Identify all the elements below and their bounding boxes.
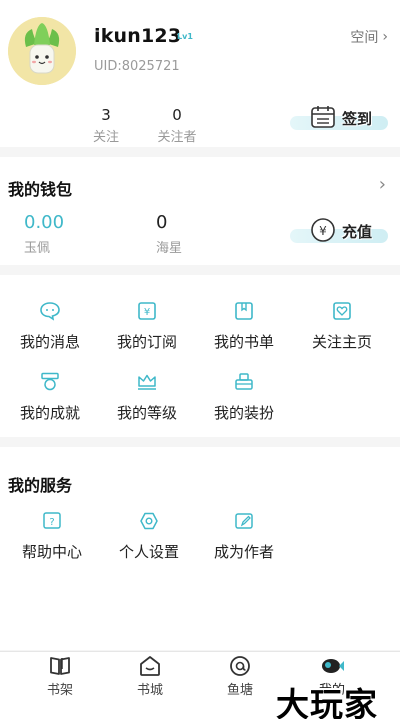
menu-item-messages[interactable]: 我的消息 [0, 301, 100, 352]
svg-text:¥: ¥ [144, 307, 150, 318]
service-item-help[interactable]: ? 帮助中心 [2, 511, 102, 562]
following-stat[interactable]: 3 关注 [76, 106, 136, 145]
coin-icon: ¥ [311, 218, 335, 242]
chevron-right-icon: › [382, 29, 388, 45]
recharge-label: 充值 [342, 223, 373, 241]
menu-item-booklist[interactable]: 我的书单 [194, 301, 294, 352]
menu-item-subscriptions[interactable]: ¥ 我的订阅 [97, 301, 197, 352]
level-badge: Lv1 [177, 32, 193, 41]
watermark: 大玩家 [276, 685, 378, 719]
jade-balance[interactable]: 0.00 玉佩 [24, 212, 64, 256]
menu-item-label: 我的装扮 [213, 404, 274, 422]
service-item-settings[interactable]: 个人设置 [99, 511, 199, 562]
menu-item-label: 关注主页 [311, 333, 372, 351]
home-icon [140, 656, 160, 676]
space-link[interactable]: 空间 › [350, 27, 388, 47]
menu-item-outfit[interactable]: 我的装扮 [194, 372, 294, 423]
services-title: 我的服务 [8, 476, 73, 495]
subscription-icon: ¥ [138, 302, 156, 320]
bookshelf-icon [50, 657, 70, 675]
followers-count: 0 [172, 106, 182, 124]
wallet-title: 我的钱包 [8, 180, 73, 199]
menu-item-label: 我的订阅 [116, 333, 177, 351]
space-label: 空间 [350, 30, 379, 46]
menu-item-follow-home[interactable]: 关注主页 [292, 301, 392, 352]
menu-item-level[interactable]: 我的等级 [97, 372, 197, 423]
crown-icon [138, 374, 156, 390]
medal-icon [41, 372, 59, 391]
menu-item-label: 我的书单 [213, 333, 274, 351]
heart-icon [333, 302, 351, 320]
at-icon [230, 656, 250, 676]
menu-item-label: 我的消息 [19, 333, 80, 351]
following-count: 3 [101, 106, 111, 124]
star-value: 0 [156, 212, 168, 233]
nav-bookshelf[interactable]: 书架 [20, 654, 100, 698]
nav-label: 鱼塘 [226, 683, 253, 698]
service-item-become-author[interactable]: 成为作者 [194, 511, 294, 562]
service-item-label: 帮助中心 [21, 543, 82, 561]
svg-text:¥: ¥ [319, 224, 327, 238]
following-label: 关注 [92, 130, 119, 145]
booklist-icon [235, 302, 253, 320]
star-balance[interactable]: 0 海星 [156, 212, 182, 256]
username: ikun123 [94, 25, 182, 47]
message-icon [40, 302, 60, 321]
menu-item-label: 我的等级 [116, 404, 177, 422]
followers-label: 关注者 [157, 130, 197, 145]
svg-text:?: ? [49, 517, 54, 528]
followers-stat[interactable]: 0 关注者 [147, 106, 207, 145]
recharge-button[interactable]: ¥ 充值 [290, 217, 388, 245]
service-item-label: 成为作者 [213, 543, 274, 561]
menu-item-achievements[interactable]: 我的成就 [0, 372, 100, 423]
jade-value: 0.00 [24, 212, 65, 233]
menu-item-label: 我的成就 [19, 404, 80, 422]
checkin-button[interactable]: 签到 [290, 104, 388, 132]
help-icon: ? [43, 512, 61, 529]
fish-icon [322, 659, 344, 673]
menu-grid: 我的消息 ¥ 我的订阅 我的书单 关注主页 我的成就 我的等级 我的装扮 [0, 275, 400, 437]
services-card: 我的服务 ? 帮助中心 个人设置 成为作者 [0, 447, 400, 650]
jade-label: 玉佩 [24, 241, 51, 256]
nav-label: 书城 [136, 683, 163, 698]
profile-card: ikun123 Lv1 UID:8025721 空间 › 3 关注 0 关注者 … [0, 0, 400, 147]
author-icon [235, 513, 253, 529]
wallet-card: 我的钱包 › 0.00 玉佩 0 海星 ¥ 充值 [0, 157, 400, 265]
avatar[interactable] [8, 17, 76, 85]
settings-icon [140, 512, 158, 530]
nav-bookstore[interactable]: 书城 [110, 654, 190, 698]
star-label: 海星 [156, 241, 183, 256]
chevron-right-icon[interactable]: › [379, 174, 386, 195]
checkin-label: 签到 [342, 110, 373, 128]
user-id: UID:8025721 [94, 59, 180, 74]
outfit-icon [235, 373, 253, 390]
calendar-icon [311, 106, 335, 128]
service-item-label: 个人设置 [118, 543, 179, 561]
nav-fishpond[interactable]: 鱼塘 [200, 654, 280, 698]
nav-label: 书架 [46, 683, 73, 698]
